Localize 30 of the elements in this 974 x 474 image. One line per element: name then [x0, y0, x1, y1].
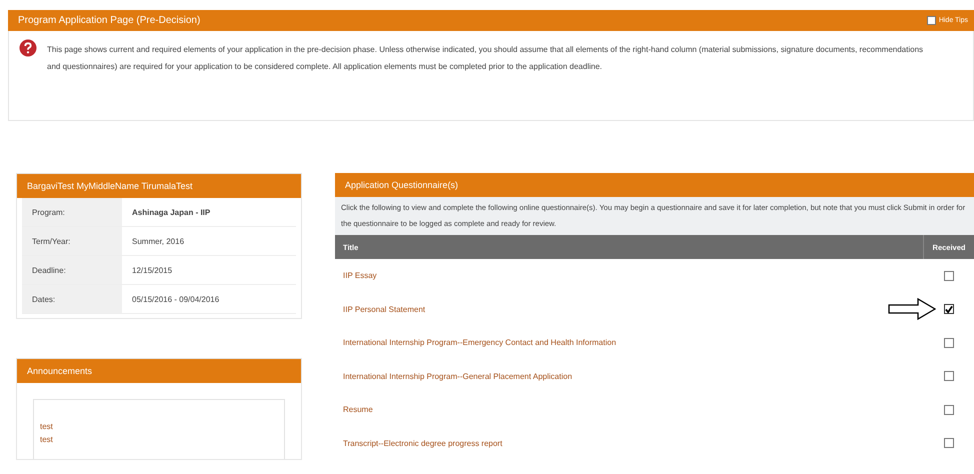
questionnaire-link[interactable]: IIP Essay [343, 271, 377, 280]
received-checkbox[interactable] [944, 338, 954, 348]
received-checkbox[interactable] [944, 438, 954, 448]
applicant-name: BargaviTest MyMiddleName TirumalaTest [27, 181, 193, 191]
questionnaires-title: Application Questionnaire(s) [345, 180, 458, 190]
questionnaire-link[interactable]: Transcript--Electronic degree progress report [343, 438, 502, 448]
received-checkbox[interactable] [944, 270, 954, 281]
questionnaire-link[interactable]: International Internship Program--General Placement Application [343, 372, 572, 381]
info-label: Term/Year: [22, 227, 122, 255]
announcement-link[interactable]: test [40, 422, 278, 431]
arrow-drawing [888, 298, 936, 320]
info-value: Summer, 2016 [131, 236, 184, 246]
received-checkbox[interactable] [944, 371, 954, 382]
info-value: 12/15/2015 [131, 266, 172, 274]
info-value: 05/15/2016 - 09/04/2016 [131, 294, 220, 304]
info-label: Deadline: [22, 256, 122, 284]
info-label: Program: [22, 198, 122, 226]
hide-tips-checkbox[interactable] [926, 16, 936, 25]
questionnaire-link[interactable]: International Internship Program--Emergency Contact and Health Information [343, 338, 616, 348]
info-label: Dates: [22, 285, 122, 313]
received-checkbox[interactable] [944, 304, 954, 314]
info-value: Ashinaga Japan - IIP [131, 208, 210, 216]
questionnaire-link[interactable]: IIP Personal Statement [343, 304, 426, 314]
questionnaire-link[interactable]: Resume [343, 405, 373, 414]
received-checkbox[interactable] [944, 404, 954, 415]
page-title: Program Application Page (Pre-Decision) [18, 15, 200, 26]
announcement-link[interactable]: test [40, 435, 278, 444]
help-icon [19, 39, 37, 57]
notice-text: This page shows current and required elements of your application in the pre-decision phase. Unless otherwise indicated, you should assume that all elements of the right-hand column (material submissions, signature documents, recommendations and questionnaires) are required for your application to be considered complete. All application elements must be completed prior to the application deadline. [47, 44, 924, 73]
announcements-title: Announcements [27, 366, 92, 376]
